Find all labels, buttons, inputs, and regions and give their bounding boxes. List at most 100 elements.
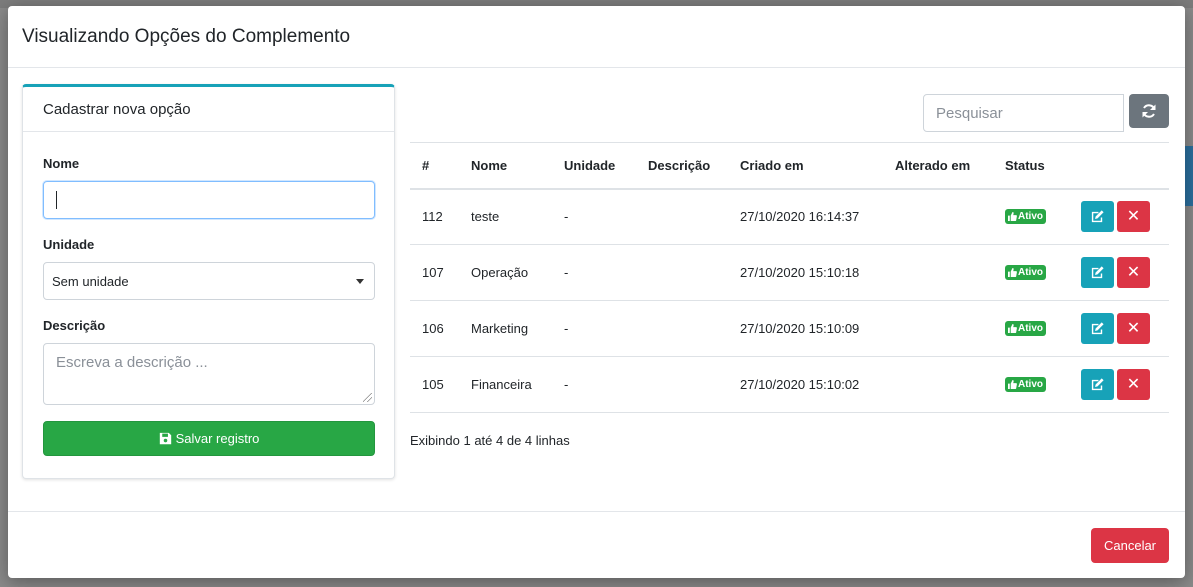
edit-button[interactable] [1081,313,1114,344]
modal-title: Visualizando Opções do Complemento [22,25,351,47]
status-badge: Ativo [1005,321,1046,336]
column-header-alterado-em[interactable]: Alterado em [883,143,993,189]
modal-footer: Cancelar [8,511,1185,578]
close-icon: ✕ [1126,207,1141,225]
cell-descricao [636,245,728,301]
status-badge: Ativo [1005,377,1046,392]
close-icon: ✕ [1126,263,1141,281]
cell-alterado-em [883,245,993,301]
edit-icon [1091,210,1104,223]
table-row: 105 Financeira - 27/10/2020 15:10:02 Ati… [410,357,1169,413]
cell-status: Ativo [993,357,1069,413]
cell-id: 107 [422,265,444,280]
card-body: Nome Unidade Sem unidade Descrição Escre… [23,156,394,456]
cell-alterado-em [883,357,993,413]
caret-down-icon [356,278,364,284]
resize-handle-icon[interactable] [363,393,372,402]
cell-alterado-em [883,189,993,245]
table-row: 106 Marketing - 27/10/2020 15:10:09 Ativ… [410,301,1169,357]
cell-descricao [636,301,728,357]
save-button-label: Salvar registro [175,431,260,446]
modal-header: Visualizando Opções do Complemento [8,6,1185,68]
table-row: 112 teste - 27/10/2020 16:14:37 Ativo ✕ [410,189,1169,245]
refresh-icon [1142,104,1156,118]
column-header-nome[interactable]: Nome [459,143,552,189]
cell-id: 106 [422,321,444,336]
descricao-textarea[interactable]: Escreva a descrição ... [43,343,375,405]
thumbs-up-icon [1008,324,1017,333]
cancel-button[interactable]: Cancelar [1091,528,1169,563]
cell-actions: ✕ [1069,301,1169,357]
cell-criado-em: 27/10/2020 15:10:02 [740,377,860,392]
edit-button[interactable] [1081,257,1114,288]
edit-icon [1091,266,1104,279]
cell-criado-em: 27/10/2020 15:10:09 [740,321,860,336]
descricao-placeholder: Escreva a descrição ... [56,354,208,371]
cell-status: Ativo [993,301,1069,357]
cell-alterado-em [883,301,993,357]
close-icon: ✕ [1126,319,1141,337]
search-input[interactable]: Pesquisar [923,94,1124,132]
table-row: 107 Operação - 27/10/2020 15:10:18 Ativo [410,245,1169,301]
nome-label: Nome [43,156,80,171]
status-label: Ativo [1018,211,1043,223]
cell-criado-em: 27/10/2020 16:14:37 [740,209,860,225]
column-header-unidade[interactable]: Unidade [552,143,636,189]
options-modal: Visualizando Opções do Complemento Cadas… [8,6,1185,578]
status-label: Ativo [1018,379,1043,390]
pagination-info: Exibindo 1 até 4 de 4 linhas [410,433,570,448]
delete-button[interactable]: ✕ [1117,369,1150,400]
table-header-row: # Nome Unidade Descrição Criado em Alter… [410,142,1169,189]
cell-unidade: - [564,265,569,280]
cell-nome: Financeira [471,377,532,392]
thumbs-up-icon [1008,380,1017,389]
thumbs-up-icon [1008,212,1017,222]
close-icon: ✕ [1126,375,1141,393]
cell-unidade: - [564,377,569,392]
cell-actions: ✕ [1069,245,1169,301]
text-caret [56,191,57,209]
unidade-select[interactable]: Sem unidade [43,262,375,300]
edit-icon [1091,378,1104,391]
search-placeholder: Pesquisar [936,104,1003,122]
unidade-selected-value: Sem unidade [52,273,129,289]
cell-nome: Marketing [471,321,529,336]
cell-id: 105 [422,377,444,392]
status-label: Ativo [1018,267,1043,278]
cell-unidade: - [564,321,569,336]
cell-id: 112 [422,209,443,225]
edit-button[interactable] [1081,201,1114,233]
cell-nome: teste [471,209,500,225]
column-header-descricao[interactable]: Descrição [636,143,728,189]
unidade-label: Unidade [43,237,95,252]
column-header-actions [1069,143,1169,189]
save-button[interactable]: Salvar registro [43,421,375,456]
new-option-card: Cadastrar nova opção Nome Unidade Sem un… [22,84,395,479]
cell-criado-em: 27/10/2020 15:10:18 [740,265,860,280]
delete-button[interactable]: ✕ [1117,313,1150,344]
cell-actions: ✕ [1069,357,1169,413]
thumbs-up-icon [1008,268,1017,277]
column-header-criado-em[interactable]: Criado em [728,143,883,189]
status-label: Ativo [1018,323,1043,334]
background-accent [1185,146,1193,206]
cell-status: Ativo [993,189,1069,245]
cell-status: Ativo [993,245,1069,301]
refresh-button[interactable] [1129,94,1169,128]
card-header: Cadastrar nova opção [23,87,394,132]
cell-descricao [636,189,728,245]
descricao-label: Descrição [43,318,106,333]
cell-unidade: - [564,209,569,225]
column-header-id[interactable]: # [410,143,459,189]
nome-input[interactable] [43,181,375,219]
floppy-disk-icon [159,432,171,445]
cell-actions: ✕ [1069,189,1169,245]
status-badge: Ativo [1005,265,1046,280]
column-header-status[interactable]: Status [993,143,1069,189]
edit-icon [1091,322,1104,335]
edit-button[interactable] [1081,369,1114,400]
cell-descricao [636,357,728,413]
delete-button[interactable]: ✕ [1117,257,1150,288]
options-table-wrapper: # Nome Unidade Descrição Criado em Alter… [410,142,1169,413]
delete-button[interactable]: ✕ [1117,201,1150,233]
